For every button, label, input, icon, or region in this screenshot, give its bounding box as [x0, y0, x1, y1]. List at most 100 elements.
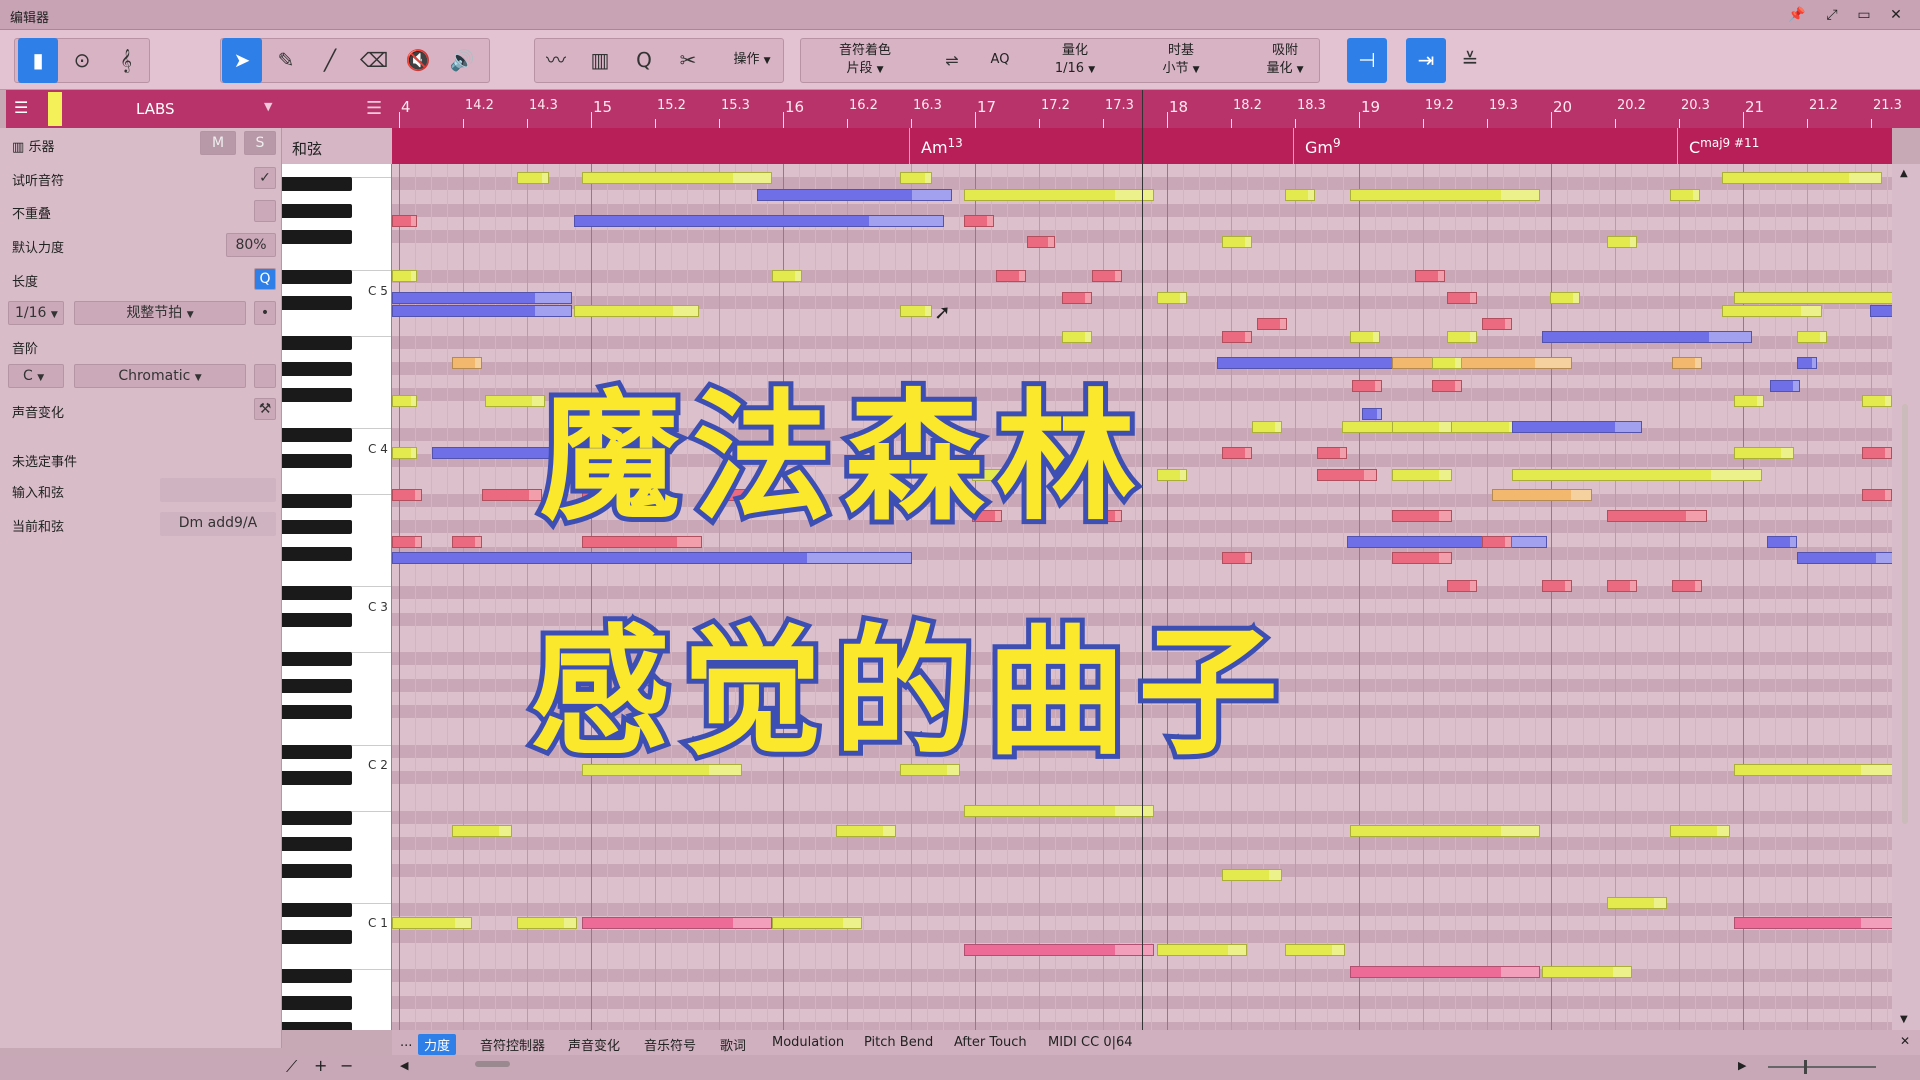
- tab-more[interactable]: ...: [394, 1034, 418, 1051]
- midi-note[interactable]: [1722, 172, 1882, 184]
- eraser-tool-icon[interactable]: ⌫: [354, 38, 394, 83]
- note-color-options-icon[interactable]: ⇌: [932, 38, 972, 83]
- snap-menu[interactable]: 吸附 量化 ▼: [1240, 42, 1330, 79]
- midi-note[interactable]: [574, 305, 699, 317]
- score-view-icon[interactable]: 𝄞: [106, 38, 146, 83]
- add-lane-icon[interactable]: +: [314, 1056, 327, 1075]
- solo-button[interactable]: S: [244, 131, 276, 155]
- timeline-ruler[interactable]: 4 14.2 14.3 15 15.2 15.3 16 16.2 16.3 17 17.2 17.3 1…: [392, 90, 1920, 128]
- midi-note[interactable]: [482, 489, 542, 501]
- track-header[interactable]: ☰ LABS ▼ ☰: [6, 90, 392, 128]
- black-key[interactable]: [282, 362, 352, 376]
- close-icon[interactable]: ✕: [1886, 5, 1906, 25]
- remove-lane-icon[interactable]: −: [340, 1056, 353, 1075]
- follow-playhead-icon[interactable]: ⇥: [1406, 38, 1446, 83]
- audition-checkbox[interactable]: ✓: [254, 167, 276, 189]
- pin-icon[interactable]: 📌: [1787, 5, 1807, 25]
- black-key[interactable]: [282, 494, 352, 508]
- midi-note[interactable]: [900, 764, 960, 776]
- wave-icon[interactable]: 〰: [536, 38, 576, 83]
- midi-note[interactable]: [1722, 305, 1822, 317]
- midi-note[interactable]: [1432, 357, 1462, 369]
- mute-button[interactable]: M: [200, 131, 236, 155]
- midi-note[interactable]: [485, 395, 545, 407]
- midi-note[interactable]: [1542, 331, 1752, 343]
- black-key[interactable]: [282, 203, 352, 218]
- midi-note[interactable]: [1362, 408, 1382, 420]
- midi-note[interactable]: [1734, 292, 1892, 304]
- midi-note[interactable]: [900, 305, 932, 317]
- scale-root-dropdown[interactable]: C ▼: [8, 364, 64, 388]
- speaker-tool-icon[interactable]: 🔊: [442, 38, 482, 83]
- black-key[interactable]: [282, 863, 352, 878]
- midi-note[interactable]: [392, 292, 572, 304]
- midi-note[interactable]: [1447, 580, 1477, 592]
- scroll-left-icon[interactable]: ◀: [400, 1059, 408, 1072]
- scroll-right-icon[interactable]: ▶: [1738, 1059, 1746, 1072]
- track-color-swatch[interactable]: [48, 92, 62, 126]
- midi-note[interactable]: [1350, 966, 1540, 978]
- midi-note[interactable]: [1492, 489, 1592, 501]
- midi-note[interactable]: [1222, 552, 1252, 564]
- midi-note[interactable]: [1392, 421, 1452, 433]
- midi-note[interactable]: [996, 270, 1026, 282]
- drum-view-icon[interactable]: ⊙: [62, 38, 102, 83]
- midi-note[interactable]: [1797, 331, 1827, 343]
- midi-note[interactable]: [517, 172, 549, 184]
- midi-note[interactable]: [1222, 236, 1252, 248]
- input-chord-field[interactable]: [160, 478, 276, 502]
- midi-note[interactable]: [1607, 236, 1637, 248]
- midi-note[interactable]: [1770, 380, 1800, 392]
- black-key[interactable]: [282, 520, 352, 535]
- tab-velocity[interactable]: 力度: [418, 1034, 457, 1055]
- black-key[interactable]: [282, 296, 352, 310]
- midi-note[interactable]: [1797, 357, 1817, 369]
- maximize-icon[interactable]: ▭: [1854, 5, 1874, 25]
- midi-note[interactable]: [757, 189, 952, 201]
- midi-note[interactable]: [1350, 189, 1540, 201]
- midi-note[interactable]: [392, 489, 422, 501]
- midi-note[interactable]: [1550, 292, 1580, 304]
- midi-note[interactable]: [1157, 469, 1187, 481]
- midi-note[interactable]: [1432, 380, 1462, 392]
- black-key[interactable]: [282, 810, 352, 825]
- midi-note[interactable]: [452, 536, 482, 548]
- midi-note[interactable]: [1512, 469, 1762, 481]
- wrench-icon[interactable]: ⚒: [254, 398, 276, 420]
- midi-note[interactable]: [867, 489, 927, 501]
- midi-note[interactable]: [1062, 292, 1092, 304]
- tab-after-touch[interactable]: After Touch: [948, 1034, 1033, 1051]
- midi-note[interactable]: [582, 172, 772, 184]
- black-key[interactable]: [282, 705, 352, 720]
- midi-note[interactable]: [392, 917, 472, 929]
- midi-note[interactable]: [1027, 236, 1055, 248]
- midi-note[interactable]: [1482, 318, 1512, 330]
- chord-symbol[interactable]: Am13: [921, 136, 963, 157]
- midi-note[interactable]: [1862, 395, 1892, 407]
- zoom-slider-handle[interactable]: [1804, 1060, 1807, 1074]
- black-key[interactable]: [282, 586, 352, 601]
- operations-menu[interactable]: 操作 ▼: [722, 51, 782, 70]
- midi-note[interactable]: [1350, 825, 1540, 837]
- midi-note[interactable]: [1797, 552, 1892, 564]
- midi-note[interactable]: [1862, 447, 1892, 459]
- midi-note[interactable]: [1415, 270, 1445, 282]
- midi-note[interactable]: [1062, 469, 1092, 481]
- midi-note[interactable]: [964, 805, 1154, 817]
- piano-view-icon[interactable]: ▮: [18, 38, 58, 83]
- midi-note[interactable]: [582, 764, 742, 776]
- scale-extra-button[interactable]: [254, 364, 276, 388]
- black-key[interactable]: [282, 546, 352, 561]
- horizontal-scroll-thumb[interactable]: [475, 1061, 510, 1067]
- black-key[interactable]: [282, 612, 352, 627]
- scroll-down-icon[interactable]: ▼: [1900, 1014, 1908, 1025]
- midi-note[interactable]: [1447, 331, 1477, 343]
- length-dot-button[interactable]: •: [254, 301, 276, 325]
- black-key[interactable]: [282, 969, 352, 984]
- midi-note[interactable]: [1447, 292, 1477, 304]
- midi-note[interactable]: [1512, 421, 1642, 433]
- tab-modulation[interactable]: Modulation: [766, 1034, 850, 1051]
- black-key[interactable]: [282, 903, 352, 918]
- midi-note[interactable]: [1542, 580, 1572, 592]
- tab-sound-variation[interactable]: 声音变化: [562, 1034, 626, 1055]
